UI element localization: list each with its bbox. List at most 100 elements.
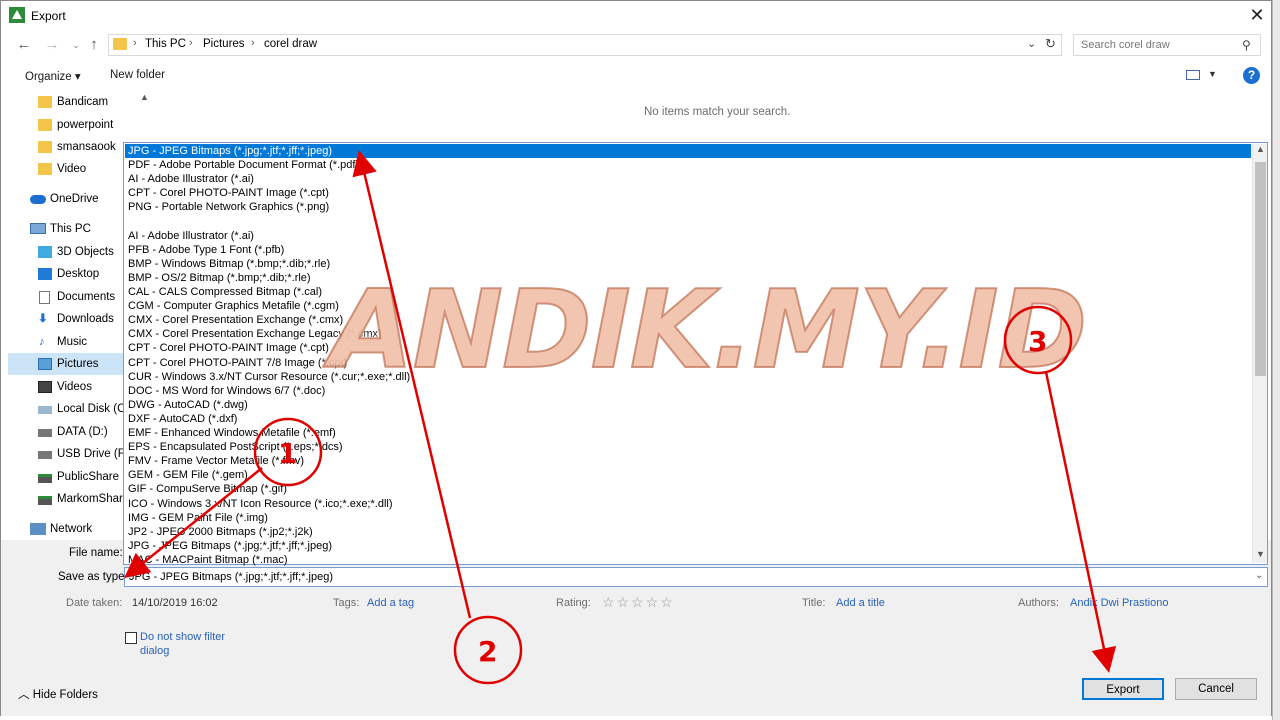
help-icon[interactable]: ? <box>1243 67 1260 84</box>
download-arrow-icon: ⬇ <box>38 313 48 325</box>
chevron-down-icon[interactable]: ⌄ <box>1255 570 1263 581</box>
network-drive-icon <box>38 474 52 483</box>
file-type-option[interactable]: CPT - Corel PHOTO-PAINT Image (*.cpt) <box>128 186 329 200</box>
cloud-icon <box>30 195 46 204</box>
file-type-option[interactable]: MAC - MACPaint Bitmap (*.mac) <box>128 553 288 567</box>
file-type-option[interactable]: AI - Adobe Illustrator (*.ai) <box>128 172 254 186</box>
breadcrumb-separator[interactable]: › <box>189 37 193 49</box>
folder-icon <box>38 141 52 153</box>
search-icon: ⚲ <box>1242 38 1251 52</box>
folder-icon <box>38 119 52 131</box>
file-type-option[interactable]: CAL - CALS Compressed Bitmap (*.cal) <box>128 285 322 299</box>
dropdown-scrollbar[interactable]: ▲ ▼ <box>1252 144 1267 563</box>
folder-icon <box>38 96 52 108</box>
filter-dialog-checkbox-label[interactable]: Do not show filter dialog <box>140 630 240 658</box>
file-type-option[interactable]: PDF - Adobe Portable Document Format (*.… <box>128 158 359 172</box>
save-as-type-select[interactable]: JPG - JPEG Bitmaps (*.jpg;*.jtf;*.jff;*.… <box>124 567 1268 587</box>
file-type-option[interactable]: CGM - Computer Graphics Metafile (*.cgm) <box>128 299 339 313</box>
watermark: ANDIK.MY.ID <box>329 267 1088 394</box>
file-type-option[interactable]: JPG - JPEG Bitmaps (*.jpg;*.jtf;*.jff;*.… <box>125 144 1251 158</box>
nav-item-powerpoint[interactable]: powerpoint <box>8 114 153 136</box>
tags-label: Tags: <box>333 597 360 609</box>
cancel-button[interactable]: Cancel <box>1175 678 1257 700</box>
authors-field[interactable]: Andik Dwi Prastiono <box>1070 597 1168 609</box>
filter-dialog-checkbox[interactable] <box>125 632 137 644</box>
rating-stars[interactable]: ☆☆☆☆☆ <box>602 594 675 611</box>
network-drive-icon <box>38 496 52 505</box>
chevron-up-icon: ︿ <box>18 689 30 701</box>
folder-icon <box>38 163 52 175</box>
documents-icon <box>39 291 50 304</box>
tags-field[interactable]: Add a tag <box>367 597 414 609</box>
nav-scroll-up-icon[interactable]: ▲ <box>140 92 149 102</box>
file-type-option[interactable]: DOC - MS Word for Windows 6/7 (*.doc) <box>128 384 325 398</box>
file-type-option[interactable]: GIF - CompuServe Bitmap (*.gif) <box>128 482 287 496</box>
background-window-edge <box>1272 0 1280 720</box>
file-type-option[interactable]: AI - Adobe Illustrator (*.ai) <box>128 229 254 243</box>
pictures-icon <box>38 358 52 370</box>
address-dropdown-chevron-icon[interactable]: ⌄ <box>1027 37 1036 50</box>
file-type-option[interactable]: ICO - Windows 3.x/NT Icon Resource (*.ic… <box>128 497 393 511</box>
usb-drive-icon <box>38 451 52 459</box>
new-folder-button[interactable]: New folder <box>110 69 165 81</box>
breadcrumb-this-pc[interactable]: This PC <box>145 38 186 50</box>
view-dropdown-icon[interactable]: ▼ <box>1208 69 1217 79</box>
organize-button[interactable]: Organize ▾ <box>25 69 81 83</box>
computer-icon <box>30 223 46 234</box>
save-as-type-value: JPG - JPEG Bitmaps (*.jpg;*.jtf;*.jff;*.… <box>129 571 333 583</box>
rating-label: Rating: <box>556 597 591 609</box>
address-bar[interactable]: › This PC › Pictures › corel draw ⌄ ↻ <box>108 34 1062 56</box>
coreldraw-app-icon <box>9 7 25 23</box>
breadcrumb-separator[interactable]: › <box>251 37 255 49</box>
title-field[interactable]: Add a title <box>836 597 885 609</box>
file-type-option[interactable]: CMX - Corel Presentation Exchange (*.cmx… <box>128 313 343 327</box>
scrollbar-thumb[interactable] <box>1255 162 1266 376</box>
file-name-label: File name: <box>69 547 123 559</box>
file-type-option[interactable]: JPG - JPEG Bitmaps (*.jpg;*.jtf;*.jff;*.… <box>128 539 332 553</box>
title-label: Title: <box>802 597 826 609</box>
3d-objects-icon <box>38 246 52 258</box>
file-type-option[interactable]: IMG - GEM Paint File (*.img) <box>128 511 268 525</box>
folder-icon <box>113 38 127 50</box>
export-button[interactable]: Export <box>1082 678 1164 700</box>
breadcrumb-separator: › <box>133 37 137 49</box>
drive-icon <box>38 429 52 437</box>
close-icon[interactable]: ✕ <box>1245 3 1269 27</box>
breadcrumb-pictures[interactable]: Pictures <box>203 38 245 50</box>
file-type-option[interactable]: FMV - Frame Vector Metafile (*.fmv) <box>128 454 304 468</box>
file-type-option[interactable]: JP2 - JPEG 2000 Bitmaps (*.jp2;*.j2k) <box>128 525 313 539</box>
save-as-type-label: Save as type: <box>58 571 128 583</box>
hide-folders-button[interactable]: ︿ Hide Folders <box>18 686 98 702</box>
forward-arrow-icon[interactable]: → <box>42 36 62 54</box>
authors-label: Authors: <box>1018 597 1059 609</box>
up-arrow-icon[interactable]: ↑ <box>84 36 104 54</box>
back-arrow-icon[interactable]: ← <box>14 36 34 54</box>
file-type-option[interactable]: CPT - Corel PHOTO-PAINT 7/8 Image (*.cpt… <box>128 356 347 370</box>
empty-folder-message: No items match your search. <box>644 106 791 118</box>
file-type-option[interactable]: BMP - Windows Bitmap (*.bmp;*.dib;*.rle) <box>128 257 330 271</box>
search-box[interactable]: Search corel draw ⚲ <box>1073 34 1261 56</box>
file-type-option[interactable]: DWG - AutoCAD (*.dwg) <box>128 398 248 412</box>
recent-locations-chevron-icon[interactable]: ⌄ <box>66 36 86 54</box>
file-type-option[interactable]: PFB - Adobe Type 1 Font (*.pfb) <box>128 243 284 257</box>
file-type-option[interactable]: BMP - OS/2 Bitmap (*.bmp;*.dib;*.rle) <box>128 271 311 285</box>
film-icon <box>38 381 52 393</box>
music-note-icon: ♪ <box>39 336 45 348</box>
nav-item-bandicam[interactable]: Bandicam <box>8 91 153 113</box>
hide-folders-label: Hide Folders <box>32 689 98 701</box>
drive-icon <box>38 406 52 414</box>
desktop-icon <box>38 268 52 280</box>
file-type-option[interactable]: DXF - AutoCAD (*.dxf) <box>128 412 237 426</box>
scroll-up-icon[interactable]: ▲ <box>1256 144 1265 154</box>
refresh-icon[interactable]: ↻ <box>1045 36 1056 52</box>
file-type-option[interactable]: EPS - Encapsulated PostScript (*.eps;*.d… <box>128 440 343 454</box>
breadcrumb-corel-draw[interactable]: corel draw <box>264 38 317 50</box>
search-input[interactable]: Search corel draw <box>1081 39 1170 51</box>
file-type-option[interactable]: PNG - Portable Network Graphics (*.png) <box>128 200 329 214</box>
scroll-down-icon[interactable]: ▼ <box>1256 549 1265 559</box>
file-type-option[interactable]: CPT - Corel PHOTO-PAINT Image (*.cpt) <box>128 341 329 355</box>
file-type-option[interactable]: EMF - Enhanced Windows Metafile (*.emf) <box>128 426 336 440</box>
file-type-option[interactable]: GEM - GEM File (*.gem) <box>128 468 248 482</box>
date-taken-value: 14/10/2019 16:02 <box>132 597 218 609</box>
view-options-icon[interactable] <box>1186 70 1200 80</box>
